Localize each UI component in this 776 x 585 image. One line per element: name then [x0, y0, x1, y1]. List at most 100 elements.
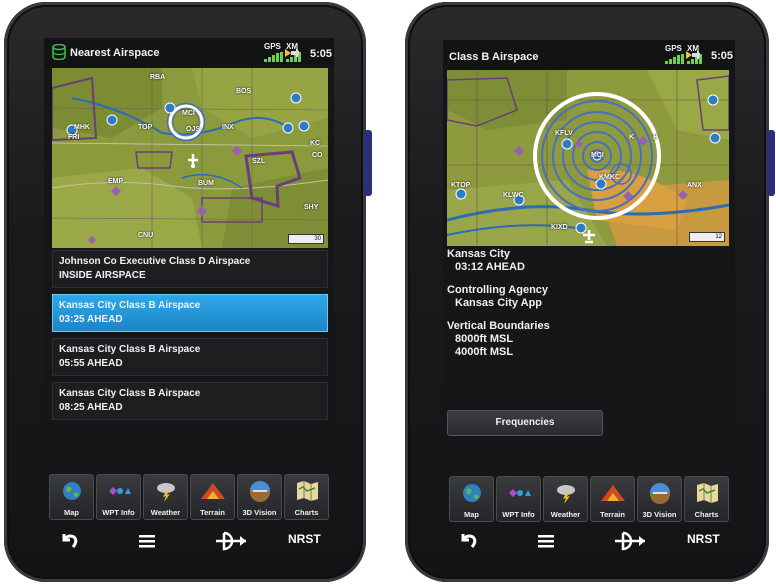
app-label: Charts — [694, 510, 719, 519]
map-terrain — [447, 70, 729, 246]
charts-map-icon — [697, 483, 718, 503]
list-item[interactable]: Kansas City Class B Airspace 05:55 AHEAD — [52, 338, 328, 376]
map-label-emp: EMP — [108, 178, 124, 185]
item-title: Kansas City Class B Airspace — [59, 388, 201, 399]
hardware-key-bar: NRST — [44, 528, 334, 554]
app-map-button[interactable]: Map — [49, 474, 94, 520]
menu-icon[interactable] — [537, 528, 555, 554]
app-terrain-button[interactable]: Terrain — [590, 476, 635, 522]
plane-power-icon — [686, 51, 700, 59]
app-3d-vision-button[interactable]: 3D Vision — [637, 476, 682, 522]
map-label-inx: INX — [222, 124, 234, 131]
app-label: Weather — [550, 510, 581, 519]
map-scale: 12 — [689, 232, 725, 242]
airspace-details: Kansas City 03:12 AHEAD Controlling Agen… — [447, 248, 727, 369]
globe-icon — [63, 482, 81, 500]
map-label-top: TOP — [138, 124, 153, 131]
app-label: Map — [464, 510, 479, 519]
list-item[interactable]: Kansas City Class B Airspace 08:25 AHEAD — [52, 382, 328, 420]
waypoint-info-icon — [109, 487, 131, 495]
clock: 5:05 — [710, 50, 733, 62]
controlling-agency-label: Controlling Agency — [447, 284, 549, 296]
item-status: 08:25 AHEAD — [59, 402, 123, 413]
terrain-icon — [201, 483, 225, 499]
map-label-shy: SHY — [304, 204, 319, 211]
plane-power-icon — [285, 49, 299, 57]
airspace-name: Kansas City — [447, 248, 510, 260]
airspace-location: Kansas City 03:12 AHEAD — [447, 248, 727, 274]
map-label-kc: KC — [310, 140, 321, 147]
map-label-bum: BUM — [198, 180, 214, 187]
map-label-anx: ANX — [687, 182, 702, 189]
item-status: 03:25 AHEAD — [59, 314, 123, 325]
app-label: Weather — [150, 508, 181, 517]
nrst-button[interactable]: NRST — [687, 532, 720, 558]
map-label-bos: BOS — [236, 88, 252, 95]
app-3d-vision-button[interactable]: 3D Vision — [237, 474, 282, 520]
list-item-selected[interactable]: Kansas City Class B Airspace 03:25 AHEAD — [52, 294, 328, 332]
status-bar: Nearest Airspace GPS XM 5:05 — [44, 38, 334, 68]
app-map-button[interactable]: Map — [449, 476, 494, 522]
controlling-agency-section: Controlling Agency Kansas City App — [447, 284, 727, 310]
gps-label: GPS — [665, 44, 682, 53]
app-wpt-info-button[interactable]: WPT Info — [96, 474, 141, 520]
list-item[interactable]: Johnson Co Executive Class D Airspace IN… — [52, 250, 328, 288]
gps-bars-icon — [264, 52, 286, 62]
waypoint-info-icon — [509, 489, 531, 497]
menu-icon[interactable] — [138, 528, 156, 554]
map-label-mci: MCI — [182, 110, 195, 117]
gps-label: GPS — [264, 42, 281, 51]
back-icon[interactable] — [455, 528, 481, 554]
direct-to-icon[interactable] — [613, 528, 647, 554]
app-label: WPT Info — [102, 508, 135, 517]
hardware-key-bar: NRST — [443, 528, 735, 554]
left-screen: Nearest Airspace GPS XM 5:05 RBA BOS MHK… — [44, 38, 334, 522]
app-label: Terrain — [600, 510, 625, 519]
class-b-airspace-map[interactable]: KFLV MCI KMKC KTOP KLWC KIXD ANX K H 12 — [447, 70, 729, 246]
map-label-kflv: KFLV — [555, 130, 573, 137]
direct-to-icon[interactable] — [214, 528, 248, 554]
app-label: 3D Vision — [242, 508, 277, 517]
airspace-eta: 03:12 AHEAD — [455, 261, 525, 273]
ceiling-value: 8000ft MSL — [455, 333, 514, 345]
nearest-airspace-list: Johnson Co Executive Class D Airspace IN… — [52, 250, 328, 426]
clock: 5:05 — [309, 48, 332, 60]
map-label-ojs: OJS — [186, 126, 201, 133]
right-device: Class B Airspace GPS XM 5:05 KFLV MCI KM… — [405, 2, 775, 582]
controlling-agency-value: Kansas City App — [455, 297, 543, 309]
side-power-button[interactable] — [364, 130, 372, 196]
app-weather-button[interactable]: Weather — [143, 474, 188, 520]
floor-value: 4000ft MSL — [455, 346, 514, 358]
page-title: Nearest Airspace — [70, 47, 160, 59]
app-terrain-button[interactable]: Terrain — [190, 474, 235, 520]
charts-map-icon — [297, 481, 318, 501]
map-label-k: K — [629, 134, 635, 141]
item-title: Kansas City Class B Airspace — [59, 344, 201, 355]
map-label-co: CO — [312, 152, 323, 159]
vertical-boundaries-section: Vertical Boundaries 8000ft MSL 4000ft MS… — [447, 320, 727, 359]
app-wpt-info-button[interactable]: WPT Info — [496, 476, 541, 522]
map-label-kixd: KIXD — [551, 224, 568, 231]
map-label-cnu: CNU — [138, 232, 154, 239]
globe-icon — [463, 484, 481, 502]
item-title: Johnson Co Executive Class D Airspace — [59, 256, 251, 267]
database-icon — [52, 44, 66, 60]
item-status: INSIDE AIRSPACE — [59, 270, 146, 281]
map-label-klwc: KLWC — [503, 192, 524, 199]
terrain-icon — [601, 485, 625, 501]
synthetic-vision-icon — [250, 481, 270, 502]
app-charts-button[interactable]: Charts — [684, 476, 729, 522]
map-scale: 30 — [288, 234, 324, 244]
app-label: WPT Info — [502, 510, 535, 519]
app-bar: Map WPT Info Weather Terrain 3D Vision C… — [443, 476, 735, 524]
frequencies-button[interactable]: Frequencies — [447, 410, 603, 436]
map-label-fri: FRI — [68, 134, 80, 141]
app-charts-button[interactable]: Charts — [284, 474, 329, 520]
airspace-map[interactable]: RBA BOS MHK FRI TOP MCI OJS INX KC CO SZ… — [52, 68, 328, 248]
nrst-button[interactable]: NRST — [288, 532, 321, 558]
back-icon[interactable] — [56, 528, 82, 554]
map-label-ktop: KTOP — [451, 182, 471, 189]
side-power-button[interactable] — [767, 130, 775, 196]
app-weather-button[interactable]: Weather — [543, 476, 588, 522]
map-terrain — [52, 68, 328, 248]
